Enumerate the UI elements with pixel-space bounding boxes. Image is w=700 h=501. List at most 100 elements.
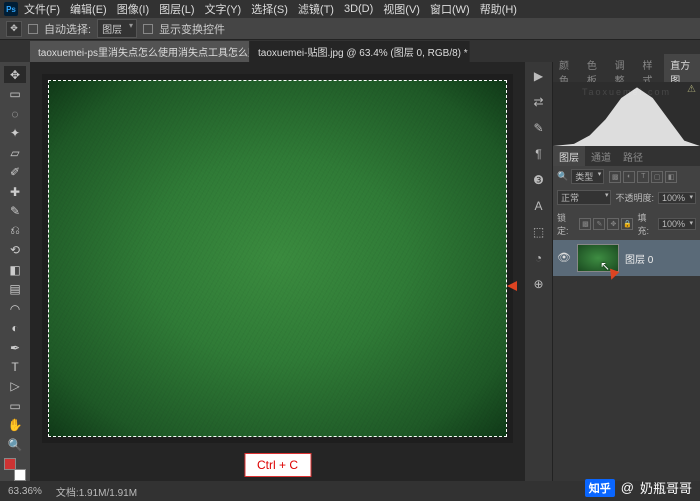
- tool-gradient[interactable]: ▤: [4, 280, 26, 297]
- background-swatch[interactable]: [14, 469, 26, 481]
- strip-layers-icon[interactable]: ⬚: [531, 224, 547, 240]
- fill-label: 填充:: [637, 211, 653, 237]
- menu-3d[interactable]: 3D(D): [340, 2, 377, 16]
- opacity-value[interactable]: 100%: [658, 192, 696, 204]
- options-bar: ✥ 自动选择: 图层 显示变换控件: [0, 18, 700, 40]
- layer-filter-row: 🔍 类型 ▩ ◐ T ▢ ◧: [553, 166, 700, 187]
- tool-path[interactable]: ▷: [4, 378, 26, 395]
- filter-pixel-icon[interactable]: ▩: [609, 171, 621, 183]
- watermark-text: Taoxuemei.com: [553, 87, 700, 97]
- menu-type[interactable]: 文字(Y): [201, 0, 246, 18]
- tab-channels[interactable]: 通道: [585, 146, 617, 167]
- status-bar: 63.36% 文档:1.91M/1.91M: [0, 481, 525, 501]
- tool-blur[interactable]: ◠: [4, 300, 26, 317]
- tool-history[interactable]: ⟲: [4, 241, 26, 258]
- tool-stamp[interactable]: ⎌: [4, 222, 26, 239]
- menu-image[interactable]: 图像(I): [113, 0, 153, 18]
- lock-label: 锁定:: [557, 211, 573, 237]
- zhihu-at: @: [621, 480, 634, 495]
- doc-size[interactable]: 文档:1.91M/1.91M: [56, 484, 137, 499]
- fill-value[interactable]: 100%: [658, 218, 696, 230]
- zoom-level[interactable]: 63.36%: [8, 486, 42, 497]
- strip-history-icon[interactable]: ◔: [531, 250, 547, 266]
- menu-bar: Ps 文件(F) 编辑(E) 图像(I) 图层(L) 文字(Y) 选择(S) 滤…: [0, 0, 700, 18]
- panel-stack: 颜色 色板 调整 样式 直方图 Taoxuemei.com ⚠ 图层 通道 路径…: [553, 62, 700, 481]
- strip-brush-icon[interactable]: ✎: [531, 120, 547, 136]
- right-panels: ▶ ⇄ ✎ ¶ ❸ A ⬚ ◔ ⊕ 颜色 色板 调整 样式 直方图 Taoxue…: [525, 62, 700, 481]
- auto-select-label: 自动选择:: [44, 21, 91, 37]
- tool-move[interactable]: ✥: [4, 66, 26, 83]
- lock-trans-icon[interactable]: ▩: [579, 218, 591, 230]
- tool-pen[interactable]: ✒: [4, 339, 26, 356]
- kind-select[interactable]: 类型: [571, 169, 604, 184]
- grass-image: [48, 80, 507, 437]
- menu-view[interactable]: 视图(V): [379, 0, 424, 18]
- canvas-workspace: Ctrl + C: [30, 62, 525, 481]
- doc-tab-1-label: taoxuemei-ps里消失点怎么使用消失点工具怎么贴图.psd: [38, 44, 250, 59]
- annotation-arrow-icon: [507, 281, 517, 291]
- menu-filter[interactable]: 滤镜(T): [294, 0, 338, 18]
- tool-crop[interactable]: ▱: [4, 144, 26, 161]
- menu-layer[interactable]: 图层(L): [155, 0, 198, 18]
- blend-mode-select[interactable]: 正常: [557, 190, 611, 205]
- menu-file[interactable]: 文件(F): [20, 0, 64, 18]
- doc-tab-1[interactable]: taoxuemei-ps里消失点怎么使用消失点工具怎么贴图.psd ×: [30, 41, 250, 62]
- layer-name-label[interactable]: 图层 0: [625, 251, 653, 266]
- lock-all-icon[interactable]: 🔒: [621, 218, 633, 230]
- tool-dodge[interactable]: ◐: [4, 319, 26, 336]
- tool-lasso[interactable]: ◌: [4, 105, 26, 122]
- tool-type[interactable]: T: [4, 358, 26, 375]
- layer-row[interactable]: 👁 ↖ 图层 0: [553, 240, 700, 276]
- strip-3d-icon[interactable]: ❸: [531, 172, 547, 188]
- tool-zoom[interactable]: 🔍: [4, 436, 26, 453]
- tool-eraser[interactable]: ◧: [4, 261, 26, 278]
- strip-play-icon[interactable]: ▶: [531, 68, 547, 84]
- show-controls-label: 显示变换控件: [159, 21, 225, 37]
- zhihu-attribution: 知乎 @ 奶瓶哥哥: [585, 478, 692, 497]
- lock-paint-icon[interactable]: ✎: [593, 218, 605, 230]
- strip-swap-icon[interactable]: ⇄: [531, 94, 547, 110]
- show-controls-checkbox[interactable]: [143, 24, 153, 34]
- doc-tab-2[interactable]: taoxuemei-贴图.jpg @ 63.4% (图层 0, RGB/8) *…: [250, 41, 470, 62]
- tool-hand[interactable]: ✋: [4, 417, 26, 434]
- tool-shape[interactable]: ▭: [4, 397, 26, 414]
- tab-paths[interactable]: 路径: [617, 146, 649, 167]
- annotation-arrow-layer-icon: [607, 269, 620, 282]
- auto-select-target[interactable]: 图层: [97, 19, 137, 38]
- filter-smart-icon[interactable]: ◧: [665, 171, 677, 183]
- tool-heal[interactable]: ✚: [4, 183, 26, 200]
- strip-add-icon[interactable]: ⊕: [531, 276, 547, 292]
- foreground-swatch[interactable]: [4, 458, 16, 470]
- lock-icons: ▩ ✎ ✥ 🔒: [579, 218, 633, 230]
- menu-help[interactable]: 帮助(H): [476, 0, 521, 18]
- tool-brush[interactable]: ✎: [4, 202, 26, 219]
- tab-layers[interactable]: 图层: [553, 146, 585, 167]
- refresh-icon[interactable]: ⚠: [687, 84, 696, 95]
- strip-char-icon[interactable]: A: [531, 198, 547, 214]
- filter-adjust-icon[interactable]: ◐: [623, 171, 635, 183]
- visibility-eye-icon[interactable]: 👁: [557, 251, 571, 265]
- layers-panel-tabs: 图层 通道 路径: [553, 146, 700, 166]
- filter-type-icon[interactable]: T: [637, 171, 649, 183]
- tools-panel: ✥ ▭ ◌ ✦ ▱ ✐ ✚ ✎ ⎌ ⟲ ◧ ▤ ◠ ◐ ✒ T ▷ ▭ ✋ 🔍: [0, 62, 30, 481]
- menu-window[interactable]: 窗口(W): [426, 0, 474, 18]
- layer-thumbnail[interactable]: ↖: [577, 244, 619, 272]
- image-wrap: [42, 74, 513, 443]
- color-swatches[interactable]: [4, 458, 26, 481]
- zhihu-user: 奶瓶哥哥: [640, 478, 692, 497]
- tool-eyedropper[interactable]: ✐: [4, 163, 26, 180]
- kind-icon: 🔍: [557, 171, 568, 182]
- tool-marquee[interactable]: ▭: [4, 85, 26, 102]
- blend-row: 正常 不透明度: 100%: [553, 187, 700, 208]
- lock-pos-icon[interactable]: ✥: [607, 218, 619, 230]
- lock-row: 锁定: ▩ ✎ ✥ 🔒 填充: 100%: [553, 208, 700, 240]
- menu-edit[interactable]: 编辑(E): [66, 0, 111, 18]
- ps-logo: Ps: [4, 2, 18, 16]
- strip-paragraph-icon[interactable]: ¶: [531, 146, 547, 162]
- auto-select-checkbox[interactable]: [28, 24, 38, 34]
- menu-select[interactable]: 选择(S): [247, 0, 292, 18]
- canvas[interactable]: [42, 74, 513, 443]
- filter-shape-icon[interactable]: ▢: [651, 171, 663, 183]
- move-tool-icon[interactable]: ✥: [6, 21, 22, 37]
- tool-wand[interactable]: ✦: [4, 124, 26, 141]
